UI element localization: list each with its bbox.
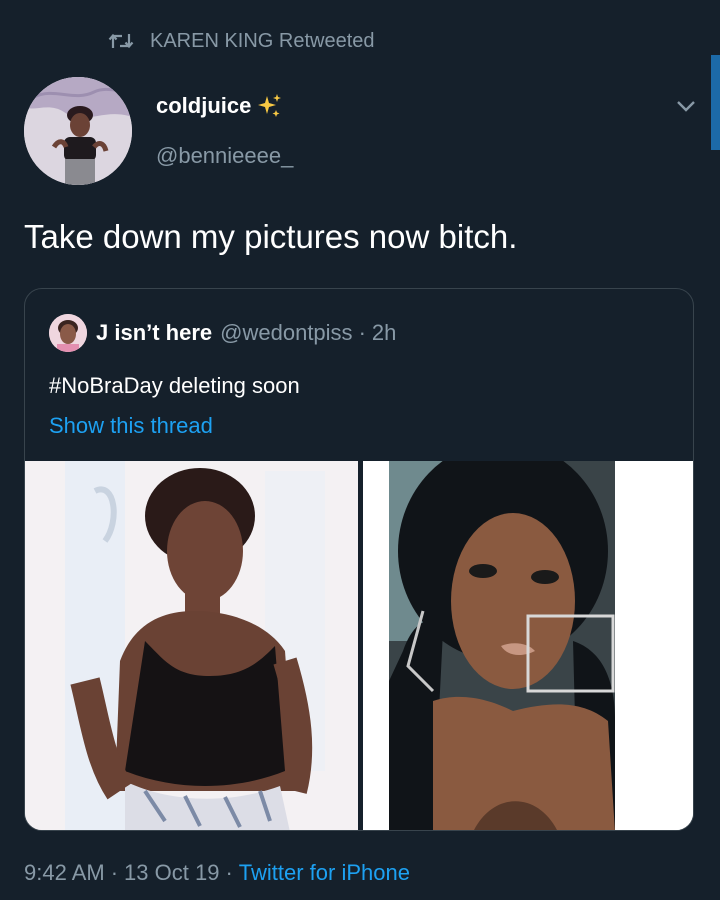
author-name-row[interactable]: coldjuice (156, 92, 283, 120)
author-handle[interactable]: @bennieeee_ (156, 143, 293, 169)
quoted-author-handle: @wedontpiss (220, 320, 353, 345)
separator: · (358, 320, 366, 345)
media-photo-2[interactable] (363, 461, 693, 830)
quoted-tweet-header: J isn’t here @wedontpiss · 2h (49, 314, 396, 352)
quoted-tweet-text: #NoBraDay deleting soon (49, 373, 300, 398)
sparkles-icon (255, 92, 283, 120)
media-photo-1[interactable] (25, 461, 358, 830)
author-display-name: coldjuice (156, 93, 252, 118)
quoted-tweet-card[interactable]: J isn’t here @wedontpiss · 2h #NoBraDay … (24, 288, 694, 831)
quoted-author-name: J isn’t here (96, 320, 213, 345)
tweet-source-link[interactable]: Twitter for iPhone (239, 860, 410, 885)
scroll-indicator[interactable] (711, 55, 720, 150)
tweet-metadata: 9:42 AM · 13 Oct 19 · Twitter for iPhone (24, 860, 410, 886)
retweet-label: KAREN KING Retweeted (150, 29, 375, 52)
chevron-down-icon[interactable] (674, 94, 698, 118)
tweet-text: Take down my pictures now bitch. (24, 218, 518, 255)
tweet-time: 9:42 AM (24, 860, 105, 885)
author-avatar[interactable] (24, 77, 132, 185)
quoted-author-avatar (49, 314, 87, 352)
tweet-detail-screen: KAREN KING Retweeted coldjuice @bennieee… (0, 0, 720, 900)
retweet-icon (108, 31, 134, 51)
tweet-date: 13 Oct 19 (124, 860, 220, 885)
separator: · (110, 860, 119, 885)
retweet-context[interactable]: KAREN KING Retweeted (108, 26, 375, 56)
media-grid (25, 461, 693, 830)
show-thread-link[interactable]: Show this thread (49, 413, 213, 439)
quoted-timestamp: 2h (371, 320, 397, 345)
separator: · (225, 860, 233, 885)
